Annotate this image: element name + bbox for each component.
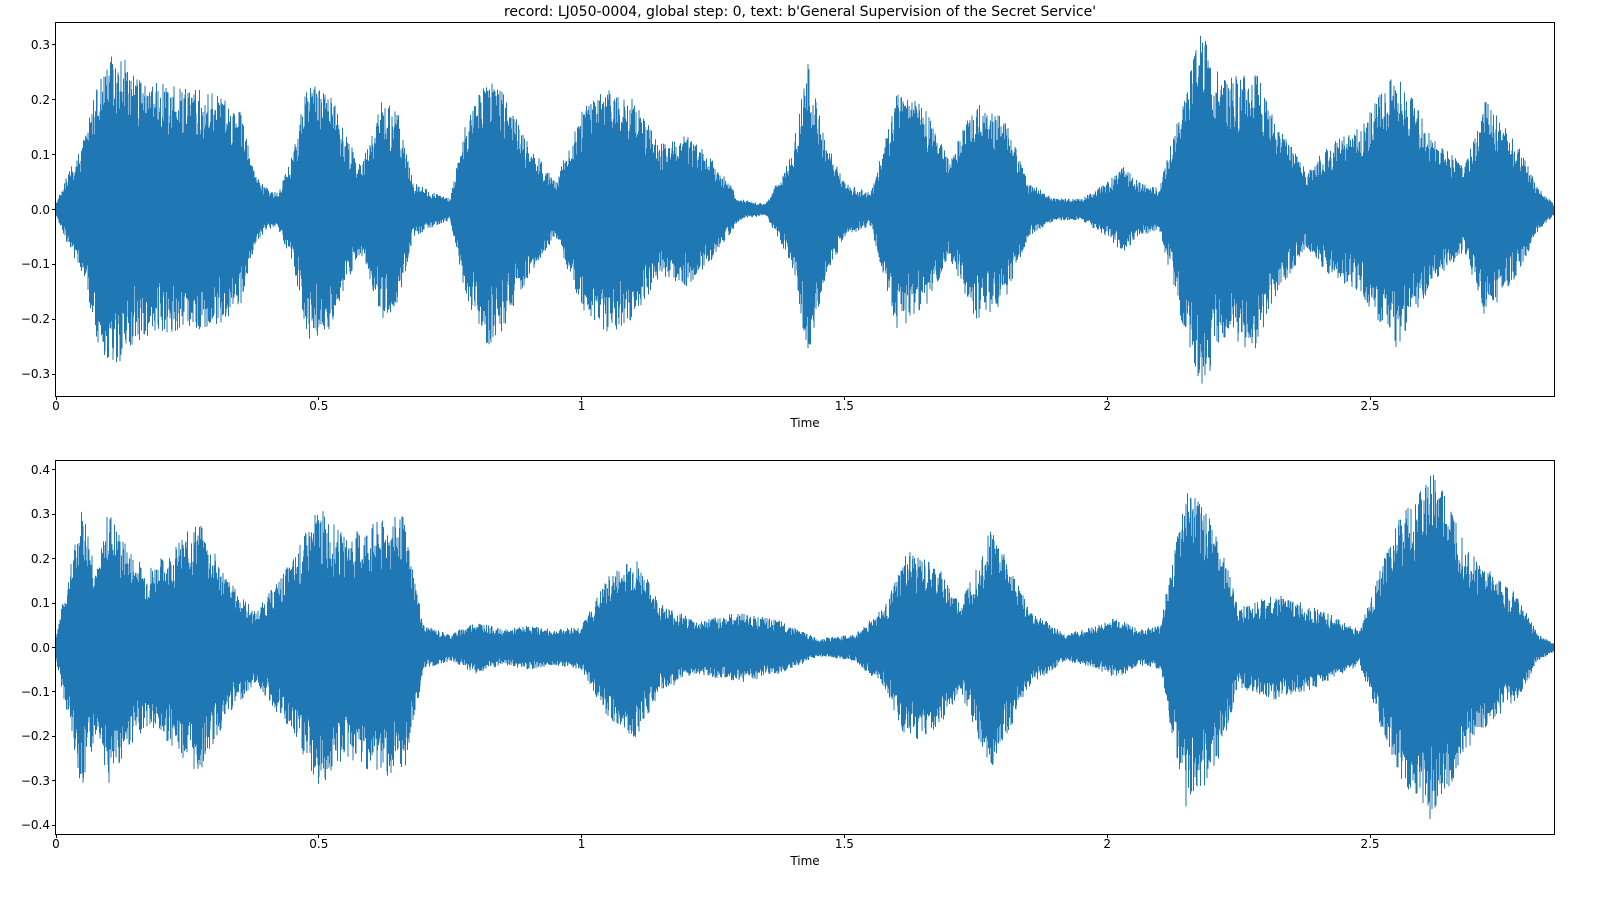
waveform-top-axes: Time −0.3−0.2−0.10.00.10.20.300.511.522.… [55,22,1555,397]
ytick-label: −0.2 [21,730,56,742]
waveform-bottom-plot [56,461,1554,834]
xtick-mark [56,834,57,838]
ytick-mark [52,209,56,210]
ytick-mark [52,44,56,45]
figure-title: record: LJ050-0004, global step: 0, text… [0,4,1600,20]
waveform-top-plot [56,23,1554,396]
ytick-label: −0.3 [21,368,56,380]
xtick-mark [56,396,57,400]
xtick-mark [1370,834,1371,838]
waveform-line [56,36,1554,384]
ytick-label: −0.4 [21,819,56,831]
ytick-mark [52,99,56,100]
xtick-mark [1107,834,1108,838]
xtick-mark [318,834,319,838]
ytick-mark [52,154,56,155]
xtick-mark [581,834,582,838]
ytick-mark [52,603,56,604]
ytick-mark [52,647,56,648]
ytick-label: −0.1 [21,258,56,270]
ytick-mark [52,319,56,320]
xlabel-bottom: Time [790,854,819,868]
figure: record: LJ050-0004, global step: 0, text… [0,0,1600,900]
xtick-mark [581,396,582,400]
xlabel-top: Time [790,416,819,430]
xtick-mark [844,396,845,400]
ytick-mark [52,374,56,375]
ytick-label: −0.2 [21,313,56,325]
ytick-mark [52,780,56,781]
xtick-mark [1370,396,1371,400]
waveform-line [56,475,1554,819]
ytick-label: −0.3 [21,775,56,787]
ytick-mark [52,825,56,826]
waveform-bottom-axes: Time −0.4−0.3−0.2−0.10.00.10.20.30.400.5… [55,460,1555,835]
ytick-mark [52,558,56,559]
xtick-mark [318,396,319,400]
ytick-mark [52,514,56,515]
ytick-mark [52,264,56,265]
ytick-label: −0.1 [21,686,56,698]
ytick-mark [52,736,56,737]
xtick-mark [1107,396,1108,400]
ytick-mark [52,469,56,470]
ytick-mark [52,691,56,692]
xtick-mark [844,834,845,838]
